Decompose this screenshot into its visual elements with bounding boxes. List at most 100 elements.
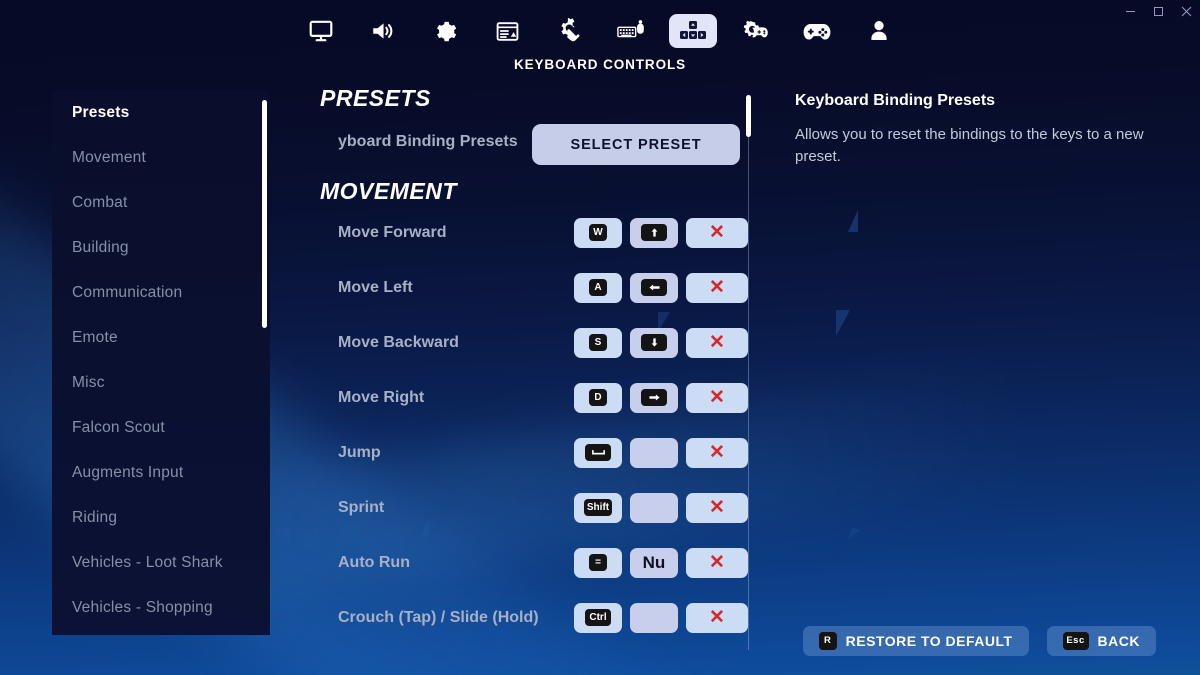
close-icon: ✕ bbox=[709, 222, 725, 243]
nav-controller-settings[interactable] bbox=[731, 14, 779, 48]
sidebar-item-vehicles-loot-shark[interactable]: Vehicles - Loot Shark bbox=[52, 540, 270, 585]
nav-account-settings[interactable] bbox=[855, 14, 903, 48]
sidebar-item-building[interactable]: Building bbox=[52, 225, 270, 270]
maximize-icon[interactable] bbox=[1144, 0, 1172, 22]
sidebar-item-movement[interactable]: Movement bbox=[52, 135, 270, 180]
monitor-icon bbox=[308, 18, 334, 44]
secondary-binding-button[interactable] bbox=[630, 217, 678, 248]
close-icon: ✕ bbox=[709, 387, 725, 408]
sidebar-item-riding[interactable]: Riding bbox=[52, 495, 270, 540]
secondary-binding-button[interactable] bbox=[630, 382, 678, 413]
nav-accessibility-settings[interactable] bbox=[545, 14, 593, 48]
keycap-shift: Shift bbox=[583, 499, 613, 516]
info-panel-title: Keyboard Binding Presets bbox=[795, 92, 996, 109]
gear-icon bbox=[433, 19, 458, 44]
binding-action-label: Move Right bbox=[338, 388, 425, 406]
background-triangle bbox=[847, 527, 861, 543]
preset-row: yboard Binding Presets SELECT PRESET bbox=[300, 112, 750, 172]
keycap-space bbox=[585, 444, 611, 461]
nav-keyboard-controls[interactable] bbox=[669, 14, 717, 48]
clear-binding-button[interactable]: ✕ bbox=[686, 547, 748, 578]
info-panel: Keyboard Binding Presets Allows you to r… bbox=[795, 92, 1155, 168]
person-icon bbox=[868, 19, 890, 43]
primary-binding-button[interactable]: = bbox=[574, 547, 622, 578]
sidebar-item-communication[interactable]: Communication bbox=[52, 270, 270, 315]
restore-to-default-button[interactable]: R RESTORE TO DEFAULT bbox=[802, 626, 1029, 656]
background-triangle bbox=[836, 310, 850, 336]
close-icon[interactable] bbox=[1172, 0, 1200, 22]
nav-video-settings[interactable] bbox=[297, 14, 345, 48]
clear-binding-button[interactable]: ✕ bbox=[686, 492, 748, 523]
gear-hand-icon bbox=[556, 18, 582, 44]
clear-binding-button[interactable]: ✕ bbox=[686, 327, 748, 358]
background-triangle bbox=[848, 210, 858, 232]
binding-row: Jump ✕ bbox=[300, 425, 750, 480]
secondary-binding-button[interactable]: Nu bbox=[630, 547, 678, 578]
keyboard-mouse-icon bbox=[617, 19, 645, 43]
sidebar-item-combat[interactable]: Combat bbox=[52, 180, 270, 225]
nav-game-settings[interactable] bbox=[421, 14, 469, 48]
binding-action-label: Move Backward bbox=[338, 333, 459, 351]
sidebar-item-presets[interactable]: Presets bbox=[52, 90, 270, 135]
key-badge-esc: Esc bbox=[1062, 632, 1089, 650]
speaker-icon bbox=[370, 18, 396, 44]
sidebar-item-emote[interactable]: Emote bbox=[52, 315, 270, 360]
clear-binding-button[interactable]: ✕ bbox=[686, 382, 748, 413]
binding-row: Move Forward W ✕ bbox=[300, 205, 750, 260]
clear-binding-button[interactable]: ✕ bbox=[686, 437, 748, 468]
gamepad-icon bbox=[803, 20, 831, 42]
binding-row: Sprint Shift ✕ bbox=[300, 480, 750, 535]
active-category-label: KEYBOARD CONTROLS bbox=[513, 57, 687, 72]
binding-row: Auto Run = Nu ✕ bbox=[300, 535, 750, 590]
select-preset-button[interactable]: SELECT PRESET bbox=[532, 124, 740, 165]
binding-action-label: Move Left bbox=[338, 278, 413, 296]
clear-binding-button[interactable]: ✕ bbox=[686, 272, 748, 303]
binding-action-label: Move Forward bbox=[338, 223, 447, 241]
primary-binding-button[interactable]: A bbox=[574, 272, 622, 303]
close-icon: ✕ bbox=[709, 442, 725, 463]
sidebar-scrollbar-thumb[interactable] bbox=[262, 100, 267, 328]
binding-row: Move Right D ✕ bbox=[300, 370, 750, 425]
nav-ui-settings[interactable] bbox=[483, 14, 531, 48]
presets-heading: PRESETS bbox=[320, 85, 431, 111]
secondary-binding-button[interactable] bbox=[630, 437, 678, 468]
back-button[interactable]: Esc BACK bbox=[1046, 626, 1156, 656]
nav-input-settings[interactable] bbox=[607, 14, 655, 48]
binding-action-label: Sprint bbox=[338, 498, 385, 516]
keycap-arrow-left bbox=[641, 279, 667, 296]
binding-rows: Move Forward W ✕ Move Left A ✕ Move Backward S ✕… bbox=[300, 205, 750, 645]
primary-binding-button[interactable]: S bbox=[574, 327, 622, 358]
nav-controller-controls[interactable] bbox=[793, 14, 841, 48]
sidebar-item-vehicles-shopping[interactable]: Vehicles - Shopping bbox=[52, 585, 270, 630]
binding-row: Move Left A ✕ bbox=[300, 260, 750, 315]
controller-gear-icon bbox=[741, 19, 769, 43]
main-scrollbar-thumb[interactable] bbox=[746, 95, 751, 137]
primary-binding-button[interactable]: Shift bbox=[574, 492, 622, 523]
nav-audio-settings[interactable] bbox=[359, 14, 407, 48]
primary-binding-button[interactable]: W bbox=[574, 217, 622, 248]
keycap-arrow-right bbox=[641, 389, 667, 406]
sidebar-item-misc[interactable]: Misc bbox=[52, 360, 270, 405]
sidebar-item-augments-input[interactable]: Augments Input bbox=[52, 450, 270, 495]
primary-binding-button[interactable]: D bbox=[574, 382, 622, 413]
wasd-keys-icon bbox=[679, 20, 707, 42]
key-badge-r: R bbox=[818, 632, 837, 650]
close-icon: ✕ bbox=[709, 552, 725, 573]
secondary-binding-button[interactable] bbox=[630, 327, 678, 358]
secondary-binding-button[interactable] bbox=[630, 492, 678, 523]
binding-row: Move Backward S ✕ bbox=[300, 315, 750, 370]
sidebar-item-falcon-scout[interactable]: Falcon Scout bbox=[52, 405, 270, 450]
category-sidebar[interactable]: Presets Movement Combat Building Communicati… bbox=[52, 90, 270, 635]
clear-binding-button[interactable]: ✕ bbox=[686, 217, 748, 248]
keycap-a: A bbox=[589, 279, 607, 296]
minimize-icon[interactable] bbox=[1116, 0, 1144, 22]
binding-action-label: Crouch (Tap) / Slide (Hold) bbox=[338, 608, 539, 626]
info-panel-description: Allows you to reset the bindings to the … bbox=[795, 126, 1144, 165]
settings-category-nav bbox=[0, 0, 1200, 62]
keycap-d: D bbox=[589, 389, 607, 406]
main-scrollbar-track[interactable] bbox=[748, 120, 749, 650]
primary-binding-button[interactable] bbox=[574, 437, 622, 468]
secondary-binding-button[interactable] bbox=[630, 272, 678, 303]
keycap-arrow-up bbox=[641, 224, 667, 241]
bindings-panel: PRESETS yboard Binding Presets SELECT PR… bbox=[300, 85, 750, 675]
